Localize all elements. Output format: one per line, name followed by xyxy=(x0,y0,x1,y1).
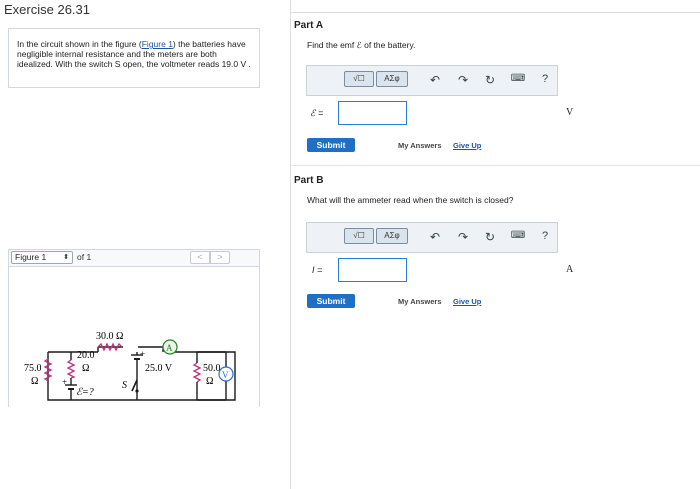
redo-icon[interactable]: ↷ xyxy=(456,73,470,87)
column-divider xyxy=(290,0,291,489)
prev-figure-button[interactable]: < xyxy=(190,251,210,264)
keyboard-icon[interactable]: ⌨ xyxy=(509,230,527,241)
part-a-title: Part A xyxy=(294,20,324,31)
figure-link[interactable]: Figure 1 xyxy=(142,39,173,49)
r-right-value: 50.0 xyxy=(203,363,221,374)
reset-icon[interactable]: ↻ xyxy=(483,230,497,244)
select-arrows-icon: ⬍ xyxy=(63,254,69,261)
part-b-title: Part B xyxy=(294,175,324,186)
keyboard-icon[interactable]: ⌨ xyxy=(509,73,527,84)
r-mid-value: 20.0 xyxy=(77,350,95,361)
undo-icon[interactable]: ↶ xyxy=(428,73,442,87)
switch-label: S xyxy=(122,380,127,391)
part-b-submit-button[interactable]: Submit xyxy=(307,294,355,308)
part-a-give-up-link[interactable]: Give Up xyxy=(453,141,481,150)
part-a-answer-input[interactable] xyxy=(338,101,407,125)
exercise-title: Exercise 26.31 xyxy=(4,2,90,17)
part-b-help-button[interactable]: ? xyxy=(538,230,552,242)
chevron-right-icon: > xyxy=(217,252,223,262)
part-b-give-up-link[interactable]: Give Up xyxy=(453,297,481,306)
part-b-template-button[interactable]: √☐ xyxy=(344,228,374,244)
resistor-50-zigzag xyxy=(192,362,202,383)
part-a-help-button[interactable]: ? xyxy=(538,73,552,85)
part-a-my-answers-link[interactable]: My Answers xyxy=(398,141,442,150)
r-top-label: 30.0 Ω xyxy=(96,331,123,342)
part-b-variable-label: I = xyxy=(312,265,323,275)
header-rule xyxy=(290,12,700,13)
battery-voltage-label: 25.0 V xyxy=(145,363,173,374)
reset-icon[interactable]: ↻ xyxy=(483,73,497,87)
emf-plus: + xyxy=(62,377,67,387)
section-divider xyxy=(290,165,700,166)
problem-statement: In the circuit shown in the figure (Figu… xyxy=(8,28,260,88)
voltmeter-label: V xyxy=(222,370,229,380)
figure-count: of 1 xyxy=(77,252,92,262)
part-a-variable-label: ℰ = xyxy=(310,108,324,118)
part-a-submit-button[interactable]: Submit xyxy=(307,138,355,152)
part-b-prompt: What will the ammeter read when the swit… xyxy=(307,195,514,205)
part-a-unit: V xyxy=(566,107,574,118)
figure-select[interactable]: Figure 1 ⬍ xyxy=(11,251,73,264)
statement-pre: In the circuit shown in the figure ( xyxy=(17,39,142,49)
part-b-unit: A xyxy=(566,264,574,275)
resistor-20-zigzag xyxy=(66,359,76,379)
emf-label: ℰ=? xyxy=(76,387,94,398)
redo-icon[interactable]: ↷ xyxy=(456,230,470,244)
r-mid-unit: Ω xyxy=(82,363,89,374)
battery-plus: + xyxy=(140,349,145,359)
r-left-value: 75.0 xyxy=(24,363,42,374)
circuit-diagram: 30.0 Ω 20.0 Ω 75.0 Ω 50.0 Ω 25.0 V + + ℰ… xyxy=(24,331,236,401)
r-left-unit: Ω xyxy=(31,376,38,387)
figure-select-value: Figure 1 xyxy=(15,252,47,262)
part-a-template-button[interactable]: √☐ xyxy=(344,71,374,87)
part-b-my-answers-link[interactable]: My Answers xyxy=(398,297,442,306)
part-b-greek-button[interactable]: ΑΣφ xyxy=(376,228,408,244)
part-a-greek-button[interactable]: ΑΣφ xyxy=(376,71,408,87)
r-right-unit: Ω xyxy=(206,376,213,387)
chevron-left-icon: < xyxy=(197,252,203,262)
part-b-answer-input[interactable] xyxy=(338,258,407,282)
part-a-prompt: Find the emf ℰ of the battery. xyxy=(307,40,416,50)
undo-icon[interactable]: ↶ xyxy=(428,230,442,244)
next-figure-button[interactable]: > xyxy=(210,251,230,264)
ammeter-label: A xyxy=(166,343,173,353)
